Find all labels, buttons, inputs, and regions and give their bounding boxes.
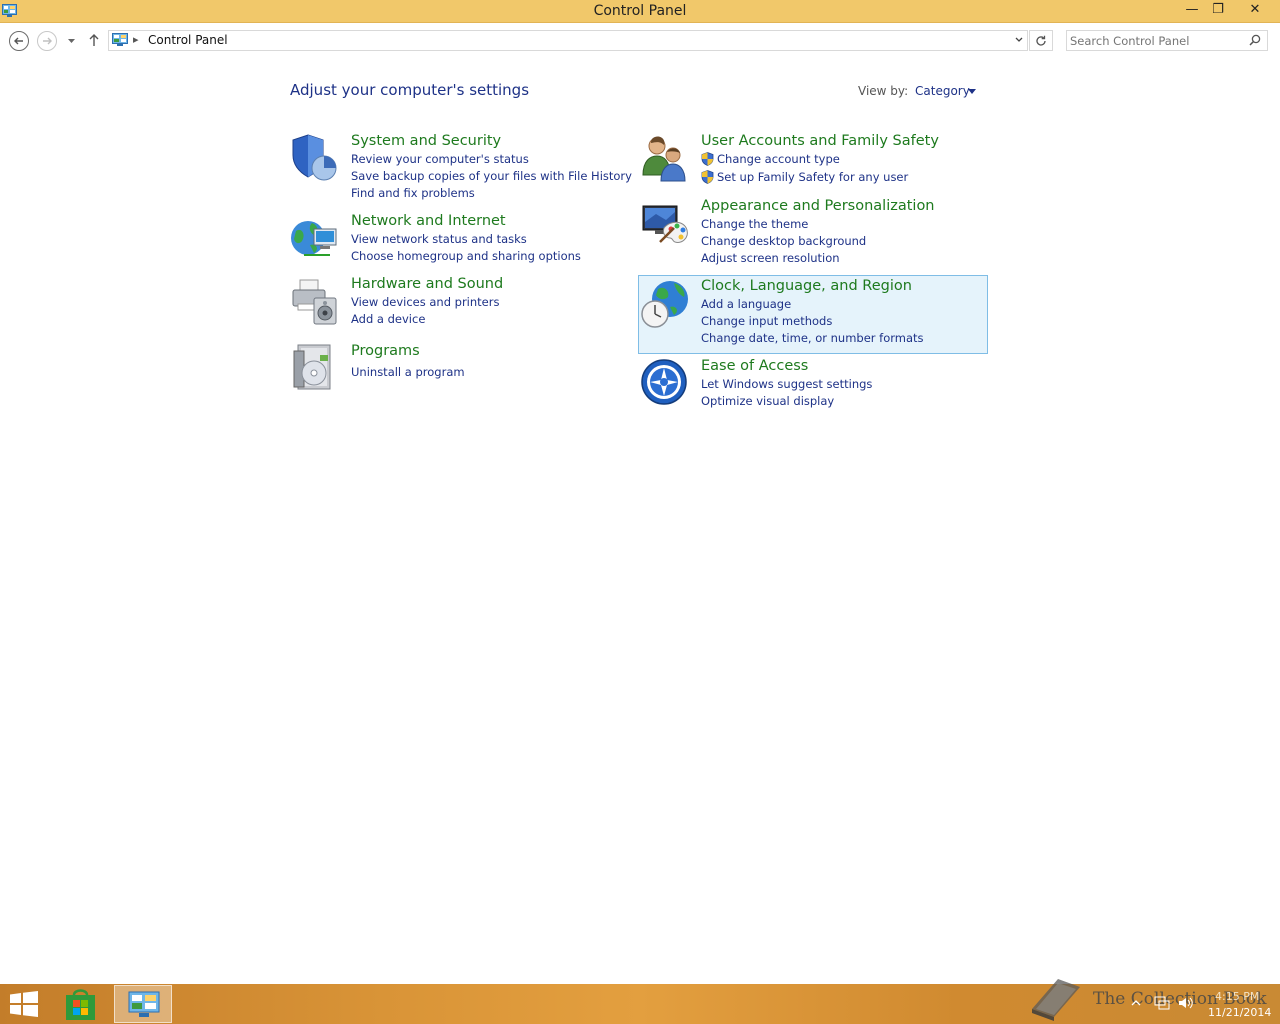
show-hidden-icons-icon[interactable]	[1131, 999, 1141, 1007]
shield-icon[interactable]	[290, 133, 340, 183]
window-title: Control Panel	[593, 3, 687, 19]
ease-access-title[interactable]: Ease of Access	[701, 358, 808, 374]
link-devices-printers[interactable]: View devices and printers	[351, 295, 499, 309]
link-network-status[interactable]: View network status and tasks	[351, 232, 527, 246]
store-icon[interactable]	[63, 987, 98, 1021]
volume-tray-icon[interactable]	[1178, 996, 1194, 1010]
category-user-accounts: User Accounts and Family Safety Change a…	[640, 133, 986, 189]
category-hardware-sound: Hardware and Sound View devices and prin…	[290, 276, 620, 332]
view-by-dropdown[interactable]: Category	[915, 84, 970, 98]
tray-clock-time[interactable]: 4:15 PM	[1215, 990, 1259, 1003]
user-accounts-title[interactable]: User Accounts and Family Safety	[701, 133, 939, 149]
search-input[interactable]	[1070, 32, 1240, 49]
link-add-language[interactable]: Add a language	[701, 297, 791, 311]
link-date-time-formats[interactable]: Change date, time, or number formats	[701, 331, 924, 345]
uac-shield-icon	[701, 170, 714, 184]
address-row: ▸ Control Panel	[0, 23, 1280, 59]
back-button[interactable]	[9, 31, 29, 51]
link-desktop-background[interactable]: Change desktop background	[701, 234, 866, 248]
control-panel-location-icon	[112, 33, 128, 46]
link-add-device[interactable]: Add a device	[351, 312, 425, 326]
breadcrumb-control-panel[interactable]: Control Panel	[148, 33, 228, 47]
category-ease-access: Ease of Access Let Windows suggest setti…	[640, 358, 986, 414]
taskbar	[0, 984, 1280, 1024]
watermark-book-icon	[1032, 979, 1080, 1021]
page-title: Adjust your computer's settings	[290, 81, 530, 99]
link-file-history[interactable]: Save backup copies of your files with Fi…	[351, 169, 632, 183]
title-bar: Control Panel — ❐ ✕	[0, 0, 1280, 23]
recent-locations-dropdown-icon[interactable]	[67, 38, 76, 44]
printer-speaker-icon[interactable]	[290, 276, 340, 326]
category-system-security: System and Security Review your computer…	[290, 133, 632, 205]
link-windows-suggest[interactable]: Let Windows suggest settings	[701, 377, 872, 391]
link-homegroup-sharing[interactable]: Choose homegroup and sharing options	[351, 249, 581, 263]
link-screen-resolution[interactable]: Adjust screen resolution	[701, 251, 840, 265]
globe-clock-icon[interactable]	[640, 279, 690, 329]
clock-region-title[interactable]: Clock, Language, and Region	[701, 278, 912, 294]
programs-title[interactable]: Programs	[351, 343, 420, 359]
network-internet-title[interactable]: Network and Internet	[351, 213, 506, 229]
forward-button[interactable]	[37, 31, 57, 51]
link-uninstall-program[interactable]: Uninstall a program	[351, 365, 465, 379]
view-by-arrow-icon[interactable]	[968, 89, 976, 94]
search-box[interactable]	[1066, 30, 1268, 51]
monitor-palette-icon[interactable]	[640, 198, 690, 248]
link-change-account-type[interactable]: Change account type	[717, 152, 840, 166]
close-button[interactable]: ✕	[1235, 0, 1275, 22]
category-network-internet: Network and Internet View network status…	[290, 213, 620, 269]
link-find-fix-problems[interactable]: Find and fix problems	[351, 186, 475, 200]
taskbar-control-panel-button[interactable]	[114, 985, 172, 1023]
refresh-icon	[1036, 35, 1046, 46]
search-icon[interactable]	[1249, 34, 1261, 46]
minimize-button[interactable]: —	[1178, 0, 1206, 22]
link-input-methods[interactable]: Change input methods	[701, 314, 832, 328]
users-icon[interactable]	[640, 133, 690, 183]
category-appearance: Appearance and Personalization Change th…	[640, 198, 986, 270]
link-review-status[interactable]: Review your computer's status	[351, 152, 529, 166]
forward-arrow-icon	[43, 37, 52, 45]
link-family-safety[interactable]: Set up Family Safety for any user	[717, 170, 908, 184]
control-panel-taskbar-icon	[128, 991, 160, 1017]
refresh-button[interactable]	[1029, 30, 1053, 51]
system-security-title[interactable]: System and Security	[351, 133, 501, 149]
ease-of-access-icon[interactable]	[640, 358, 690, 408]
view-by-label: View by:	[858, 84, 909, 98]
category-programs: Programs Uninstall a program	[290, 343, 620, 391]
breadcrumb-separator-icon[interactable]: ▸	[133, 33, 139, 46]
link-optimize-visual[interactable]: Optimize visual display	[701, 394, 834, 408]
back-arrow-icon	[14, 37, 23, 45]
network-tray-icon[interactable]	[1154, 996, 1170, 1010]
hardware-sound-title[interactable]: Hardware and Sound	[351, 276, 503, 292]
address-dropdown-icon[interactable]	[1014, 34, 1024, 46]
uac-shield-icon	[701, 152, 714, 166]
category-clock-region: Clock, Language, and Region Add a langua…	[638, 275, 988, 354]
network-globe-icon[interactable]	[290, 213, 340, 263]
programs-disc-icon[interactable]	[290, 343, 340, 393]
appearance-title[interactable]: Appearance and Personalization	[701, 198, 935, 214]
up-arrow-icon[interactable]	[88, 33, 100, 47]
restore-button[interactable]: ❐	[1204, 0, 1232, 22]
address-bar[interactable]: ▸ Control Panel	[108, 30, 1028, 51]
start-windows-icon[interactable]	[10, 991, 38, 1017]
link-change-theme[interactable]: Change the theme	[701, 217, 808, 231]
tray-clock-date[interactable]: 11/21/2014	[1208, 1006, 1271, 1019]
